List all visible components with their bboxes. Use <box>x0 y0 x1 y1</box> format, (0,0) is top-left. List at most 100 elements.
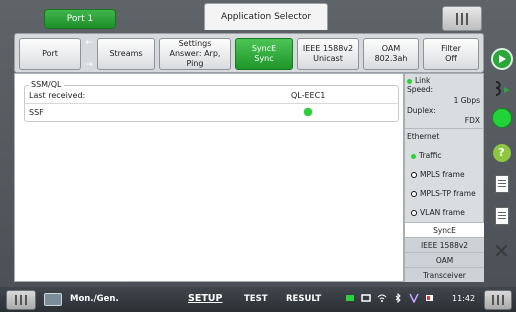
port-label: Port 1 <box>66 14 94 24</box>
tab-ieee-label: IEEE 1588v2 <box>302 44 354 53</box>
tab-synce-label: SyncE <box>251 44 277 53</box>
close-icon: ✕ <box>493 238 510 263</box>
traffic-indicator: Traffic <box>411 151 442 160</box>
tab-filter[interactable]: Filter Off <box>423 38 479 70</box>
signal-icon <box>409 293 419 303</box>
status-tab-oam[interactable]: OAM <box>405 252 484 267</box>
ethernet-label: Ethernet <box>407 132 440 141</box>
report-document-icon <box>494 174 509 193</box>
arrow-left-icon: ← <box>85 38 93 48</box>
duplex-value: FDX <box>464 116 480 125</box>
tab-settings-sublabel: Answer: Arp, Ping <box>169 49 221 68</box>
setup-tab[interactable]: SETUP <box>188 293 223 304</box>
tab-settings-label: Settings <box>178 39 212 48</box>
menu-bars-icon <box>456 12 468 25</box>
application-selector-label: Application Selector <box>220 12 312 22</box>
status-tab-synce-label: SyncE <box>433 225 456 235</box>
tab-ieee-sublabel: Unicast <box>313 54 343 63</box>
mpls-label: MPLS frame <box>420 170 465 179</box>
result-tab[interactable]: RESULT <box>286 294 321 304</box>
ssf-status-led-icon <box>304 108 312 116</box>
arrow-right-icon: → <box>85 60 93 70</box>
tab-bar: Port ← → Streams Settings Answer: Arp, P… <box>14 33 484 73</box>
status-tab-transceiver-label: Transceiver <box>423 270 466 280</box>
tab-synce-sublabel: Sync <box>254 54 274 63</box>
status-tab-transceiver[interactable]: Transceiver <box>405 267 484 282</box>
last-received-value: QL-EEC1 <box>291 91 326 100</box>
mpls-ring-icon <box>411 172 417 178</box>
link-indicator: Link <box>407 76 430 85</box>
status-tab-ieee-label: IEEE 1588v2 <box>420 240 469 250</box>
main-panel: SSM/QL Last received: QL-EEC1 SSF <box>14 73 404 282</box>
tab-port[interactable]: Port <box>19 38 81 70</box>
link-led-icon <box>407 78 412 84</box>
screen-icon <box>361 294 371 302</box>
status-tab-oam-label: OAM <box>435 255 454 265</box>
duplex-label: Duplex: <box>407 106 436 115</box>
green-status-icon <box>491 107 512 128</box>
connection-icon <box>346 295 354 301</box>
ssf-label: SSF <box>29 108 44 117</box>
quick-report-icon <box>494 206 509 225</box>
help-icon: ? <box>492 143 511 162</box>
application-screen: Port 1 Application Selector Port ← → Str… <box>0 0 516 312</box>
left-menu-button[interactable] <box>6 290 36 310</box>
speed-label: Speed: <box>407 85 434 94</box>
tab-synce[interactable]: SyncE Sync <box>235 38 293 70</box>
close-test-button[interactable]: ✕ <box>489 238 514 263</box>
ssm-ql-title: SSM/QL <box>29 80 64 89</box>
tab-filter-label: Filter <box>441 44 461 53</box>
test-mode-icon <box>44 293 62 306</box>
port-1-button[interactable]: Port 1 <box>44 9 116 29</box>
vlan-label: VLAN frame <box>420 208 465 217</box>
vlan-indicator: VLAN frame <box>411 208 465 217</box>
tab-oam-label: OAM <box>381 44 401 53</box>
mpls-indicator: MPLS frame <box>411 170 465 179</box>
mplstp-ring-icon <box>411 191 417 197</box>
tab-streams[interactable]: Streams <box>97 38 155 70</box>
ssm-ql-group: SSM/QL Last received: QL-EEC1 SSF <box>24 80 399 122</box>
battery-icon <box>426 295 433 301</box>
help-button[interactable]: ? <box>489 140 514 165</box>
mode-label[interactable]: Mon./Gen. <box>70 294 119 304</box>
right-menu-button[interactable] <box>484 290 512 310</box>
tab-oam-sublabel: 802.3ah <box>374 54 408 63</box>
mplstp-label: MPLS-TP frame <box>420 189 476 198</box>
system-tray <box>345 293 435 303</box>
last-received-label: Last received: <box>29 91 86 100</box>
right-menu-icon <box>492 295 504 305</box>
laser-button[interactable] <box>489 76 514 101</box>
test-tab[interactable]: TEST <box>244 294 268 304</box>
start-test-button[interactable] <box>489 46 514 71</box>
status-tab-synce[interactable]: SyncE <box>405 222 484 237</box>
speed-value: 1 Gbps <box>453 96 480 105</box>
quick-report-button[interactable] <box>489 203 514 228</box>
clock-time: 11:42 <box>452 294 476 303</box>
wifi-icon <box>377 294 387 302</box>
tab-oam[interactable]: OAM 802.3ah <box>363 38 419 70</box>
play-icon <box>490 47 513 70</box>
traffic-led-icon <box>411 153 416 159</box>
vlan-ring-icon <box>411 210 417 216</box>
application-selector-tab[interactable]: Application Selector <box>204 3 328 30</box>
status-tab-ieee-1588v2[interactable]: IEEE 1588v2 <box>405 237 484 252</box>
tab-filter-sublabel: Off <box>445 54 457 63</box>
bluetooth-icon <box>395 293 401 303</box>
report-button[interactable] <box>489 171 514 196</box>
status-panel: Link Speed: 1 Gbps Duplex: FDX Ethernet … <box>404 73 484 282</box>
status-led-button[interactable] <box>489 105 514 130</box>
tab-port-label: Port <box>42 49 58 58</box>
ssm-divider <box>25 103 398 104</box>
laser-icon <box>495 80 510 96</box>
tab-streams-label: Streams <box>109 49 143 58</box>
tab-scroll-arrows[interactable]: ← → <box>82 38 96 70</box>
status-divider <box>405 128 483 129</box>
traffic-label: Traffic <box>419 151 442 160</box>
top-menu-button[interactable] <box>442 6 482 31</box>
tab-ieee-1588v2[interactable]: IEEE 1588v2 Unicast <box>297 38 359 70</box>
mplstp-indicator: MPLS-TP frame <box>411 189 476 198</box>
left-menu-icon <box>15 295 27 305</box>
bottom-bar: Mon./Gen. SETUP TEST RESULT 11:42 <box>0 287 516 312</box>
link-label: Link <box>415 76 431 85</box>
tab-settings[interactable]: Settings Answer: Arp, Ping <box>159 38 231 70</box>
